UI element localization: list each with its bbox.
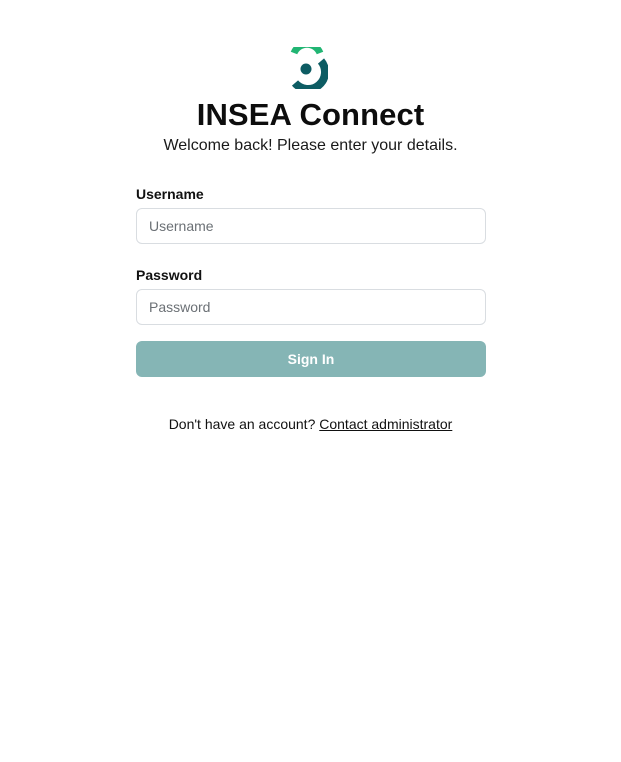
username-label: Username <box>136 186 204 202</box>
sign-in-button[interactable]: Sign In <box>136 341 486 377</box>
username-field-group: Username <box>136 185 486 244</box>
contact-administrator-link[interactable]: Contact administrator <box>319 416 452 432</box>
password-field-group: Password <box>136 266 486 325</box>
signup-prompt-text: Don't have an account? <box>168 416 316 432</box>
login-form: Username Password Sign In <box>136 185 486 377</box>
username-input[interactable] <box>136 208 486 244</box>
page-subtitle: Welcome back! Please enter your details. <box>163 137 458 154</box>
login-page: INSEA Connect Welcome back! Please enter… <box>0 0 621 762</box>
password-label: Password <box>136 267 203 283</box>
signup-prompt: Don't have an account? Contact administr… <box>0 415 621 433</box>
insea-logo-icon <box>290 47 328 89</box>
password-input[interactable] <box>136 289 486 325</box>
page-title: INSEA Connect <box>196 97 425 132</box>
